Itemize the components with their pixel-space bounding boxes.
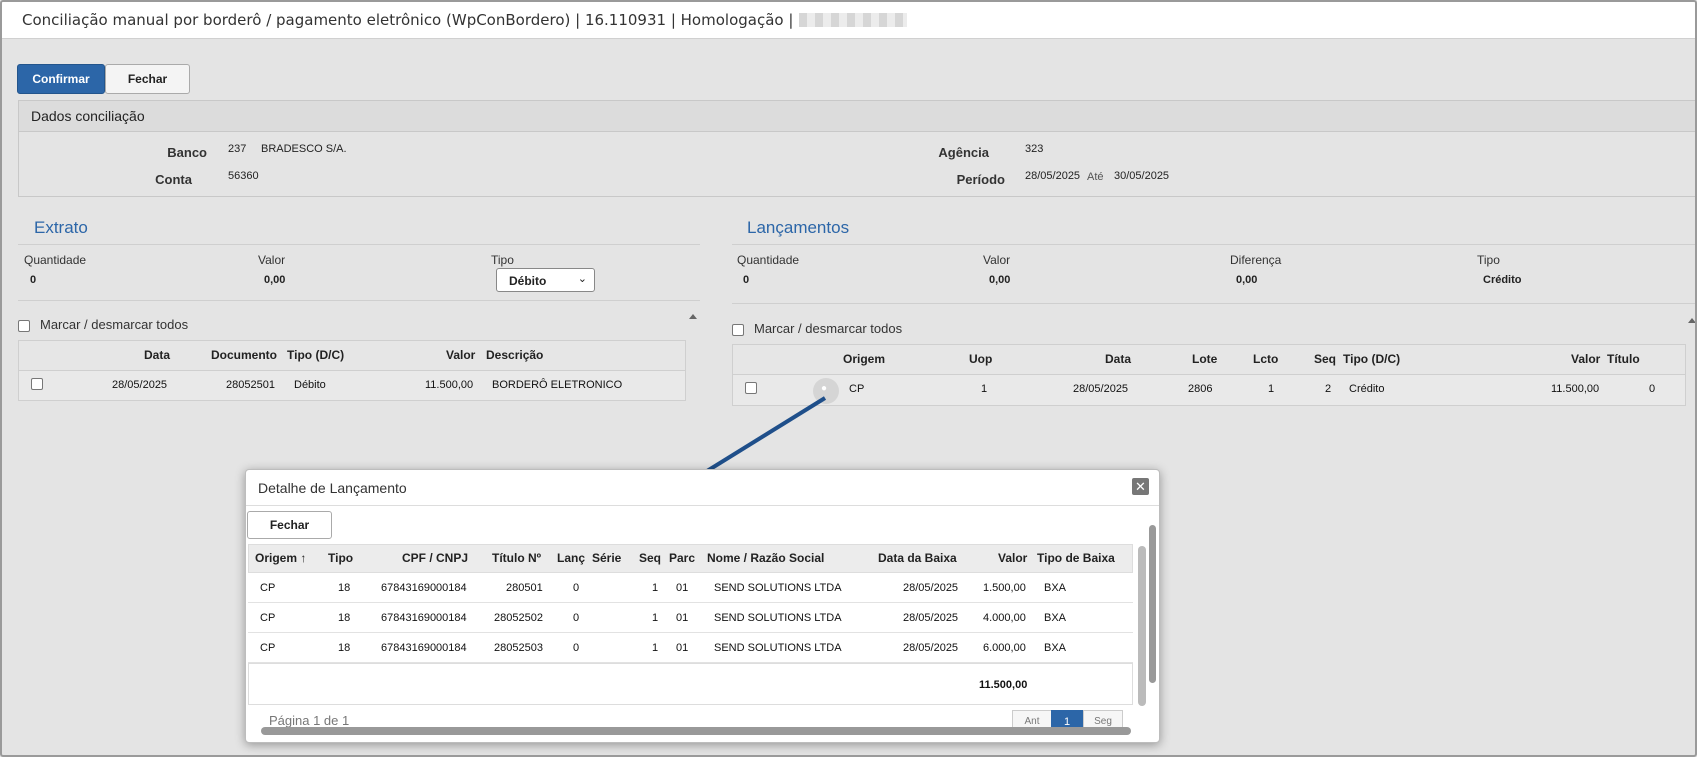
cell-valor: 6.000,00 (983, 642, 1026, 654)
col-cpf[interactable]: CPF / CNPJ (402, 551, 468, 565)
col-data[interactable]: Data da Baixa (878, 551, 957, 565)
sort-up-icon: ↑ (297, 551, 307, 565)
col-seq[interactable]: Seq (639, 551, 661, 565)
col-tipo[interactable]: Tipo (328, 551, 353, 565)
horizontal-scrollbar[interactable] (261, 727, 1131, 735)
cell-tipo: 18 (338, 612, 351, 624)
table-row[interactable]: CP 18 67843169000184 28052502 0 1 01 SEN… (248, 603, 1133, 633)
cell-lanc: 0 (573, 642, 580, 654)
cell-origem: CP (260, 582, 276, 594)
cell-titulo: 280501 (506, 582, 543, 594)
cell-parc: 01 (676, 582, 689, 594)
cell-seq: 1 (652, 582, 659, 594)
modal-close-button[interactable]: Fechar (247, 511, 332, 539)
col-serie[interactable]: Série (592, 551, 621, 565)
cell-seq: 1 (652, 642, 659, 654)
cell-tipo: 18 (338, 582, 351, 594)
col-origem[interactable]: Origem ↑ (255, 551, 306, 565)
col-valor[interactable]: Valor (998, 551, 1027, 565)
col-origem-label: Origem (255, 551, 298, 565)
cell-valor: 1.500,00 (983, 582, 1026, 594)
cell-titulo: 28052502 (494, 612, 543, 624)
cell-nome: SEND SOLUTIONS LTDA (714, 582, 842, 594)
outer-scrollbar[interactable] (1149, 525, 1156, 683)
cell-valor: 4.000,00 (983, 612, 1026, 624)
col-tipo-baixa[interactable]: Tipo de Baixa (1037, 551, 1115, 565)
table-row[interactable]: CP 18 67843169000184 28052503 0 1 01 SEN… (248, 633, 1133, 663)
cell-cpf: 67843169000184 (381, 582, 467, 594)
app-window: Conciliação manual por borderô / pagamen… (0, 0, 1697, 757)
cell-origem: CP (260, 612, 276, 624)
cell-cpf: 67843169000184 (381, 612, 467, 624)
col-lanc[interactable]: Lanç (557, 551, 585, 565)
col-titulo[interactable]: Título Nº (492, 551, 541, 565)
inner-scrollbar[interactable] (1138, 546, 1146, 706)
table-row[interactable]: CP 18 67843169000184 280501 0 1 01 SEND … (248, 573, 1133, 603)
detail-modal: Detalhe de Lançamento ✕ Fechar Origem ↑ … (245, 469, 1160, 743)
cell-seq: 1 (652, 612, 659, 624)
modal-total-row: 11.500,00 (248, 663, 1133, 705)
cell-tipo-baixa: BXA (1044, 642, 1067, 654)
cell-data: 28/05/2025 (903, 642, 959, 654)
cell-tipo: 18 (338, 642, 351, 654)
cell-tipo-baixa: BXA (1044, 612, 1067, 624)
cell-data: 28/05/2025 (903, 612, 959, 624)
cell-nome: SEND SOLUTIONS LTDA (714, 612, 842, 624)
cell-parc: 01 (676, 642, 689, 654)
pagination-text: Página 1 de 1 (269, 713, 350, 728)
cell-nome: SEND SOLUTIONS LTDA (714, 642, 842, 654)
col-nome[interactable]: Nome / Razão Social (707, 551, 824, 565)
cell-titulo: 28052503 (494, 642, 543, 654)
cell-lanc: 0 (573, 612, 580, 624)
cell-cpf: 67843169000184 (381, 642, 467, 654)
cell-tipo-baixa: BXA (1044, 582, 1067, 594)
modal-title: Detalhe de Lançamento (258, 480, 407, 496)
close-icon[interactable]: ✕ (1132, 478, 1149, 495)
cell-lanc: 0 (573, 582, 580, 594)
col-parc[interactable]: Parc (669, 551, 695, 565)
cell-origem: CP (260, 642, 276, 654)
cell-parc: 01 (676, 612, 689, 624)
cell-data: 28/05/2025 (903, 582, 959, 594)
total-value: 11.500,00 (979, 679, 1028, 691)
